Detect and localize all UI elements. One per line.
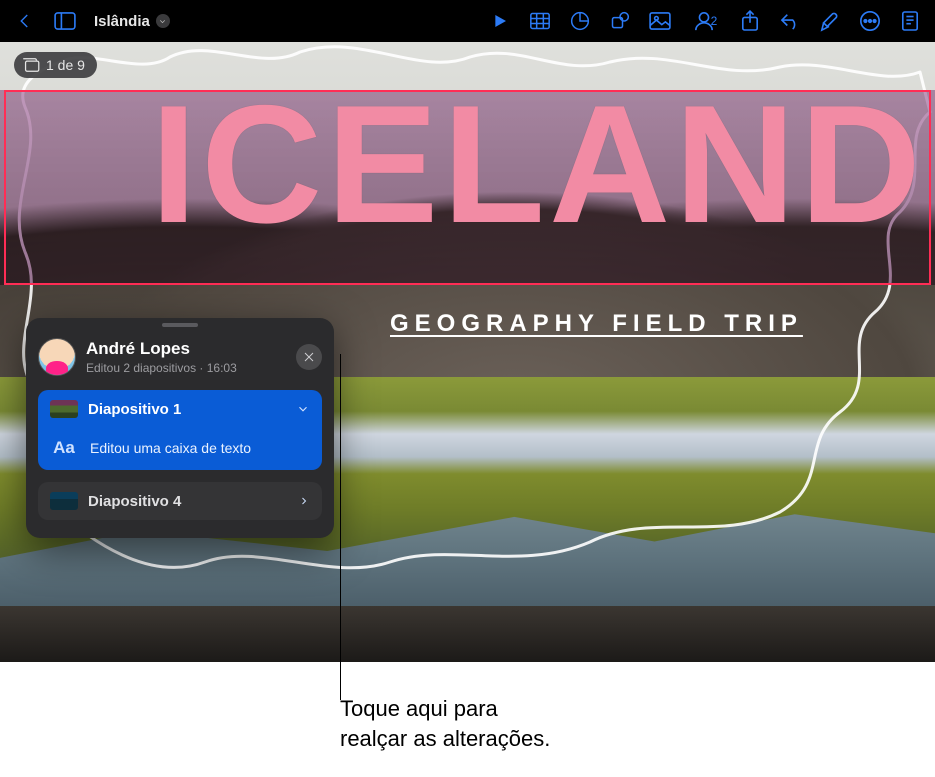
slide-counter[interactable]: 1 de 9 bbox=[14, 52, 97, 78]
insert-media-button[interactable] bbox=[643, 5, 677, 37]
back-button[interactable] bbox=[8, 5, 42, 37]
activity-group-header[interactable]: Diapositivo 4 bbox=[38, 482, 322, 520]
activity-group-slide-4: Diapositivo 4 bbox=[38, 482, 322, 520]
text-edit-icon: Aa bbox=[50, 438, 78, 458]
drag-handle[interactable] bbox=[162, 323, 198, 327]
slide-subtitle[interactable]: GEOGRAPHY FIELD TRIP bbox=[390, 310, 803, 338]
insert-shape-button[interactable] bbox=[603, 5, 637, 37]
slide-counter-text: 1 de 9 bbox=[46, 57, 85, 73]
activity-popover: André Lopes Editou 2 diapositivos · 16:0… bbox=[26, 318, 334, 538]
activity-group-header[interactable]: Diapositivo 1 bbox=[38, 390, 322, 428]
more-button[interactable] bbox=[853, 5, 887, 37]
slide-canvas[interactable]: ICELAND GEOGRAPHY FIELD TRIP 1 de 9 Andr… bbox=[0, 42, 935, 662]
change-description: Editou uma caixa de texto bbox=[90, 440, 251, 456]
activity-group-label: Diapositivo 1 bbox=[88, 401, 286, 418]
insert-table-button[interactable] bbox=[523, 5, 557, 37]
annotation-leader-line bbox=[340, 354, 341, 700]
play-button[interactable] bbox=[483, 5, 517, 37]
collaborator-count: 2 bbox=[711, 14, 718, 28]
share-button[interactable] bbox=[733, 5, 767, 37]
close-icon bbox=[303, 351, 315, 363]
undo-button[interactable] bbox=[773, 5, 807, 37]
document-title-text: Islândia bbox=[94, 13, 150, 30]
format-brush-button[interactable] bbox=[813, 5, 847, 37]
app-toolbar: Islândia 2 bbox=[0, 0, 935, 42]
slide-thumbnail bbox=[50, 400, 78, 418]
chevron-down-icon bbox=[296, 402, 310, 416]
slide-thumbnail bbox=[50, 492, 78, 510]
activity-group-slide-1: Diapositivo 1 Aa Editou uma caixa de tex… bbox=[38, 390, 322, 470]
user-avatar bbox=[38, 338, 76, 376]
activity-change-row[interactable]: Aa Editou uma caixa de texto bbox=[38, 428, 322, 470]
chevron-right-icon bbox=[298, 495, 310, 507]
user-name: André Lopes bbox=[86, 339, 286, 359]
insert-chart-button[interactable] bbox=[563, 5, 597, 37]
collaborate-button[interactable]: 2 bbox=[683, 5, 727, 37]
close-button[interactable] bbox=[296, 344, 322, 370]
document-title[interactable]: Islândia bbox=[88, 13, 176, 30]
annotation-text: Toque aqui para realçar as alterações. bbox=[340, 694, 550, 753]
document-tools-button[interactable] bbox=[893, 5, 927, 37]
slide-title[interactable]: ICELAND bbox=[0, 80, 935, 248]
sidebar-toggle-button[interactable] bbox=[48, 5, 82, 37]
chevron-down-icon bbox=[156, 14, 170, 28]
activity-group-label: Diapositivo 4 bbox=[88, 493, 288, 510]
slides-icon bbox=[22, 58, 40, 72]
activity-meta: Editou 2 diapositivos · 16:03 bbox=[86, 361, 286, 375]
